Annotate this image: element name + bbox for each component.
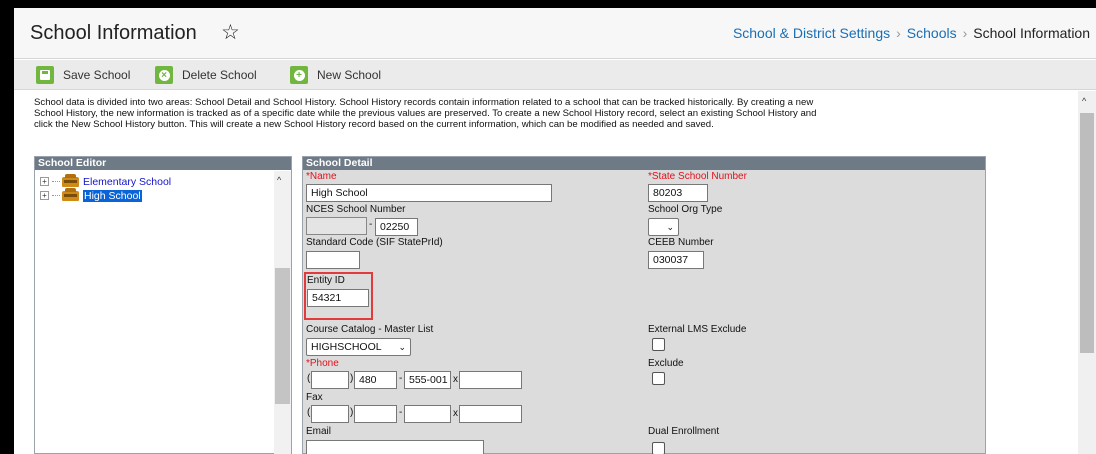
save-icon	[36, 66, 54, 84]
ceeb-number-label: CEEB Number	[648, 237, 714, 248]
nces-part2-field[interactable]: 02250	[375, 218, 418, 236]
action-toolbar: Save School × Delete School + New School	[14, 60, 1096, 90]
extension-x: x	[453, 374, 458, 385]
fax-line-field[interactable]	[404, 405, 451, 423]
breadcrumb: School & District Settings › Schools › Schoo…	[733, 25, 1090, 41]
state-school-number-label: *State School Number	[648, 171, 747, 182]
nces-part1-field[interactable]	[306, 217, 367, 235]
save-school-button[interactable]: Save School	[36, 66, 130, 84]
phone-ext-field[interactable]	[459, 371, 522, 389]
dash-separator: -	[399, 407, 403, 418]
fax-area-field[interactable]	[311, 405, 349, 423]
school-detail-panel: School Detail *Name High School *State S…	[302, 156, 986, 454]
school-editor-header: School Editor	[35, 157, 291, 170]
delete-school-button[interactable]: × Delete School	[155, 66, 257, 84]
scroll-up-arrow-icon[interactable]: ^	[1082, 96, 1086, 106]
name-field[interactable]: High School	[306, 184, 552, 202]
fax-label: Fax	[306, 392, 323, 403]
standard-code-label: Standard Code (SIF StatePrId)	[306, 237, 443, 248]
star-outline-icon[interactable]: ☆	[221, 20, 240, 45]
tree-item-high-school[interactable]: + High School	[40, 187, 142, 202]
expand-icon[interactable]: +	[40, 177, 49, 186]
save-school-label: Save School	[63, 68, 131, 82]
standard-code-field[interactable]	[306, 251, 360, 269]
chevron-down-icon: ⌄	[666, 222, 674, 232]
paren-open: (	[307, 373, 311, 384]
dash-separator: -	[399, 373, 403, 384]
tree-item-elementary-school[interactable]: + Elementary School	[40, 173, 172, 188]
school-detail-header: School Detail	[303, 157, 985, 170]
new-school-label: New School	[317, 68, 382, 82]
school-org-type-label: School Org Type	[648, 204, 723, 215]
breadcrumb-link-settings[interactable]: School & District Settings	[733, 25, 890, 41]
phone-prefix-field[interactable]: 480	[354, 371, 397, 389]
chevron-right-icon: ›	[896, 25, 901, 41]
email-field[interactable]	[306, 440, 484, 454]
expand-icon[interactable]: +	[40, 191, 49, 200]
fax-ext-field[interactable]	[459, 405, 522, 423]
paren-close: )	[350, 407, 354, 418]
dual-enrollment-label: Dual Enrollment	[648, 426, 720, 437]
phone-line-field[interactable]: 555-001	[404, 371, 451, 389]
page-title: School Information	[30, 22, 197, 44]
fax-prefix-field[interactable]	[354, 405, 397, 423]
scroll-thumb[interactable]	[1080, 113, 1094, 353]
chevron-down-icon: ⌄	[398, 342, 406, 352]
tree-item-label: High School	[83, 189, 142, 202]
extension-x: x	[453, 408, 458, 419]
breadcrumb-link-schools[interactable]: Schools	[907, 25, 957, 41]
school-bus-icon	[62, 173, 79, 187]
external-lms-exclude-checkbox[interactable]	[652, 338, 665, 351]
course-catalog-select[interactable]: HIGHSCHOOL ⌄	[306, 338, 411, 356]
paren-close: )	[350, 373, 354, 384]
school-editor-panel: School Editor + Elementary School + High…	[34, 156, 292, 454]
course-catalog-label: Course Catalog - Master List	[306, 324, 434, 335]
nces-school-number-label: NCES School Number	[306, 204, 406, 215]
school-bus-icon	[62, 187, 79, 201]
entity-id-highlight	[304, 272, 373, 320]
scroll-thumb[interactable]	[275, 268, 290, 404]
email-label: Email	[306, 426, 332, 437]
phone-label: *Phone	[306, 358, 339, 369]
state-school-number-field[interactable]: 80203	[648, 184, 708, 202]
tree-item-label: Elementary School	[83, 175, 172, 188]
external-lms-exclude-label: External LMS Exclude	[648, 324, 747, 335]
add-icon: +	[290, 66, 308, 84]
delete-school-label: Delete School	[182, 68, 257, 82]
delete-icon: ×	[155, 66, 173, 84]
title-bar: School Information ☆ School & District S…	[14, 8, 1096, 59]
exclude-label: Exclude	[648, 358, 684, 369]
paren-open: (	[307, 407, 311, 418]
name-label: *Name	[306, 171, 337, 182]
ceeb-number-field[interactable]: 030037	[648, 251, 704, 269]
intro-text: School data is divided into two areas: S…	[34, 97, 817, 130]
chevron-right-icon: ›	[962, 25, 968, 41]
dual-enrollment-checkbox[interactable]	[652, 442, 665, 454]
scroll-up-arrow-icon[interactable]: ^	[277, 175, 281, 185]
course-catalog-value: HIGHSCHOOL	[311, 341, 382, 353]
school-org-type-select[interactable]: ⌄	[648, 218, 679, 236]
exclude-checkbox[interactable]	[652, 372, 665, 385]
dash-separator: -	[369, 219, 373, 230]
app-frame: School Information ☆ School & District S…	[14, 8, 1096, 454]
phone-area-field[interactable]	[311, 371, 349, 389]
editor-scrollbar[interactable]: ^	[274, 171, 291, 454]
page-scrollbar[interactable]: ^	[1078, 91, 1096, 454]
new-school-button[interactable]: + New School	[290, 66, 381, 84]
breadcrumb-current: School Information	[973, 25, 1090, 41]
